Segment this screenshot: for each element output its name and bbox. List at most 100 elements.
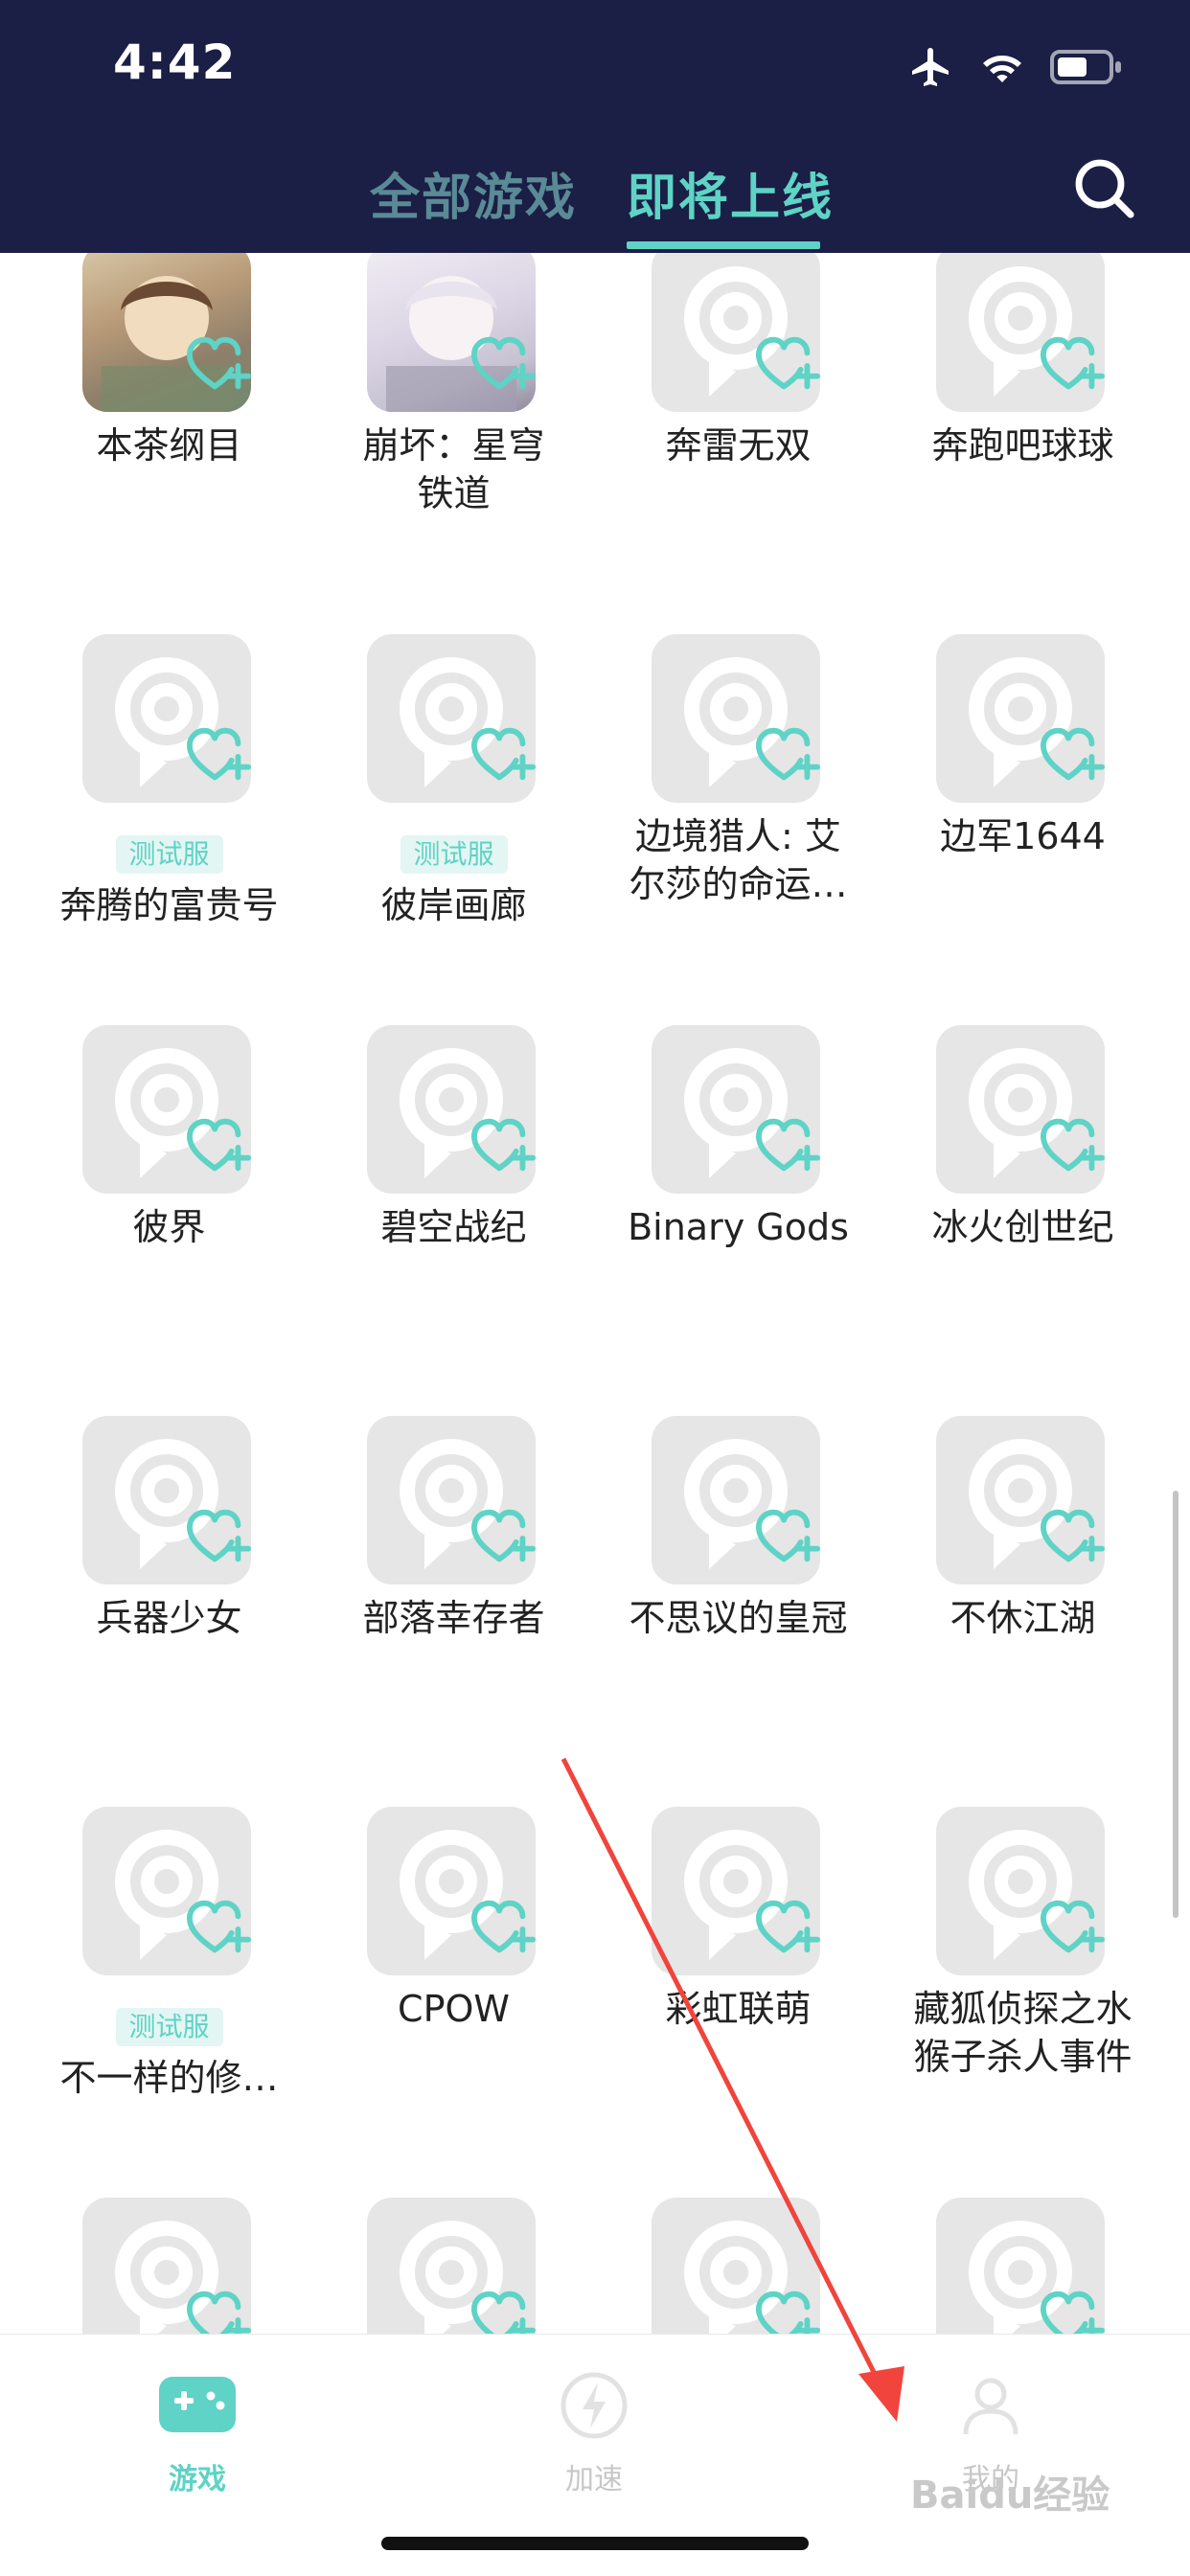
game-icon-wrap (652, 253, 822, 412)
game-name: Binary Gods (628, 1206, 849, 1248)
game-name: 奔腾的富贵号 (59, 884, 279, 926)
game-name: 彩虹联萌 (665, 1988, 812, 2030)
game-icon-wrap (652, 1025, 822, 1194)
follow-heart-icon[interactable] (186, 724, 253, 786)
game-card[interactable]: 测试服 彼岸画廊 (311, 634, 596, 1017)
airplane-mode-icon (912, 48, 949, 86)
game-card[interactable] (596, 2198, 881, 2334)
home-indicator[interactable] (381, 2537, 809, 2550)
game-card[interactable]: 碧空战纪 (311, 1025, 596, 1408)
follow-heart-icon[interactable] (755, 333, 822, 395)
active-tab-indicator (627, 241, 820, 249)
game-name: CPOW (398, 1988, 510, 2030)
game-card[interactable]: 藏狐侦探之水 猴子杀人事件 (881, 1807, 1165, 2190)
game-name: 奔跑吧球球 (931, 424, 1114, 467)
game-card[interactable]: 测试服不一样的修… (27, 1807, 311, 2190)
status-time: 4:42 (113, 34, 237, 90)
tab-all-games[interactable]: 全部游戏 (370, 157, 577, 229)
follow-heart-icon[interactable] (755, 724, 822, 786)
follow-heart-icon[interactable] (470, 1506, 538, 1567)
game-card[interactable]: 崩坏：星穹 铁道 (311, 253, 596, 627)
game-icon-wrap (367, 1807, 538, 1975)
game-card[interactable]: 边境猎人: 艾 尔莎的命运… (596, 634, 881, 1017)
game-card[interactable]: 部落幸存者 (311, 1416, 596, 1799)
game-card[interactable]: 冰火创世纪 (881, 1025, 1165, 1408)
game-icon-wrap (652, 2198, 822, 2334)
game-icon-wrap (367, 253, 538, 412)
game-icon-wrap (367, 1025, 538, 1194)
battery-icon (1050, 50, 1121, 84)
game-card[interactable]: 奔跑吧球球 (881, 253, 1165, 627)
follow-heart-icon[interactable] (186, 1506, 253, 1567)
follow-heart-icon[interactable] (1040, 333, 1107, 395)
game-icon-wrap (936, 253, 1107, 412)
game-name: 不一样的修… (59, 2057, 279, 2099)
game-card[interactable]: 边军1644 (881, 634, 1165, 1017)
follow-heart-icon[interactable] (186, 333, 253, 395)
game-icon-wrap (82, 253, 253, 412)
game-icon-wrap (367, 634, 538, 803)
game-card[interactable] (881, 2198, 1165, 2334)
game-card[interactable]: Binary Gods (596, 1025, 881, 1408)
tab-upcoming[interactable]: 即将上线 (627, 157, 834, 229)
game-card[interactable]: 彼界 (27, 1025, 311, 1408)
follow-heart-icon[interactable] (1040, 1115, 1107, 1176)
follow-heart-icon[interactable] (186, 1897, 253, 1958)
game-list[interactable]: 本茶纲目 崩坏：星穹 铁道 奔雷无双 奔跑吧球球 测试服 奔腾的富贵号 测试服 … (0, 253, 1190, 2334)
game-name: 奔雷无双 (665, 424, 812, 467)
game-icon-wrap (652, 1416, 822, 1584)
follow-heart-icon[interactable] (470, 1115, 538, 1176)
follow-heart-icon[interactable] (470, 333, 538, 395)
game-icon-wrap (936, 634, 1107, 803)
game-icon-wrap (82, 1807, 253, 1975)
follow-heart-icon[interactable] (470, 2288, 538, 2334)
game-name: 不思议的皇冠 (629, 1597, 848, 1639)
nav-boost[interactable]: 加速 (498, 2358, 690, 2501)
follow-heart-icon[interactable] (186, 2288, 253, 2334)
game-icon-wrap (936, 1807, 1107, 1975)
game-icon-wrap (652, 634, 822, 803)
follow-heart-icon[interactable] (470, 1897, 538, 1958)
follow-heart-icon[interactable] (755, 2288, 822, 2334)
game-icon-wrap (82, 1025, 253, 1194)
follow-heart-icon[interactable] (755, 1897, 822, 1958)
game-card[interactable]: CPOW (311, 1807, 596, 2190)
game-name: 兵器少女 (96, 1597, 242, 1639)
status-icons (908, 38, 1123, 96)
scrollbar[interactable] (1173, 1491, 1179, 1918)
test-server-badge: 测试服 (115, 835, 223, 874)
user-icon (963, 2378, 1018, 2435)
test-server-badge: 测试服 (115, 2008, 223, 2046)
game-icon-wrap (82, 2198, 253, 2334)
follow-heart-icon[interactable] (186, 1115, 253, 1176)
follow-heart-icon[interactable] (755, 1506, 822, 1567)
follow-heart-icon[interactable] (1040, 1506, 1107, 1567)
game-card[interactable]: 兵器少女 (27, 1416, 311, 1799)
game-card[interactable]: 本茶纲目 (27, 253, 311, 627)
follow-heart-icon[interactable] (755, 1115, 822, 1176)
wifi-icon (983, 56, 1021, 82)
game-name: 冰火创世纪 (931, 1206, 1114, 1248)
game-card[interactable]: 测试服 奔腾的富贵号 (27, 634, 311, 1017)
test-server-badge: 测试服 (400, 835, 508, 874)
game-card[interactable]: 彩虹联萌 (596, 1807, 881, 2190)
game-icon-wrap (82, 634, 253, 803)
follow-heart-icon[interactable] (1040, 2288, 1107, 2334)
game-name: 边境猎人: 艾 尔莎的命运… (629, 815, 848, 905)
game-name: 碧空战纪 (380, 1206, 527, 1248)
watermark: Baidu经验 (910, 2473, 1110, 2518)
game-card[interactable]: 奔雷无双 (596, 253, 881, 627)
game-card[interactable]: 不思议的皇冠 (596, 1416, 881, 1799)
search-icon[interactable] (1071, 155, 1136, 220)
category-tabs: 全部游戏 即将上线 (0, 144, 1190, 253)
top-bar: 4:42 全部游戏 即将上线 (0, 0, 1190, 253)
game-icon-wrap (82, 1416, 253, 1584)
game-name: 彼界 (132, 1206, 206, 1248)
follow-heart-icon[interactable] (1040, 724, 1107, 786)
game-card[interactable] (311, 2198, 596, 2334)
nav-games[interactable]: 游戏 (102, 2358, 293, 2501)
game-card[interactable]: 不休江湖 (881, 1416, 1165, 1799)
follow-heart-icon[interactable] (1040, 1897, 1107, 1958)
follow-heart-icon[interactable] (470, 724, 538, 786)
game-card[interactable] (27, 2198, 311, 2334)
